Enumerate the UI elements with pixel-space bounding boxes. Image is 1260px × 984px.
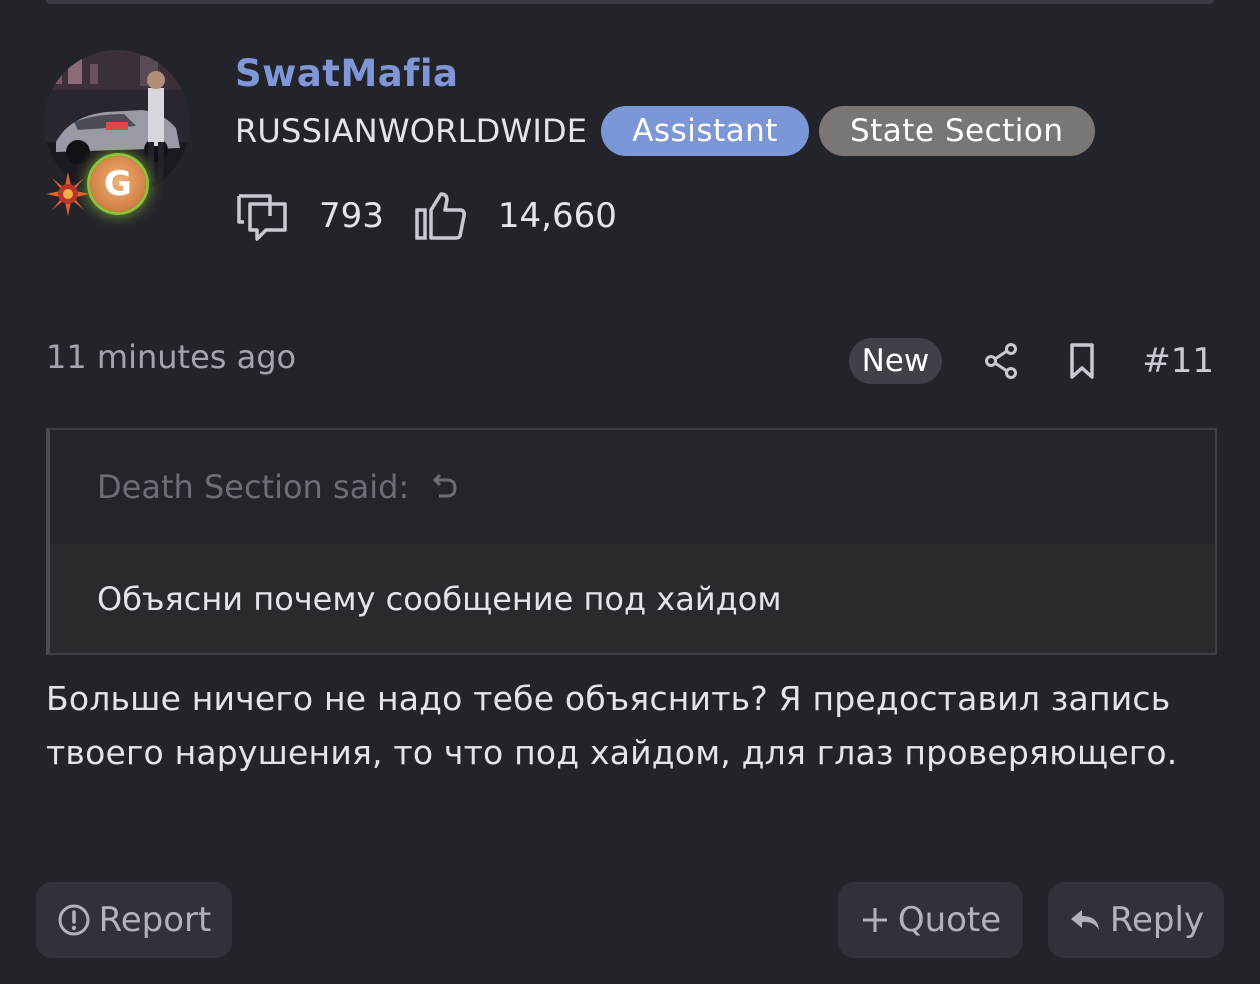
thumbs-up-icon bbox=[415, 192, 466, 240]
badge-letter: G bbox=[104, 164, 132, 204]
banner-assistant: Assistant bbox=[601, 106, 809, 156]
quote-header[interactable]: Death Section said: bbox=[50, 430, 1215, 544]
exclamation-circle-icon bbox=[58, 904, 90, 936]
post-timestamp[interactable]: 11 minutes ago bbox=[46, 338, 296, 376]
plus-icon bbox=[862, 908, 887, 932]
quote-author[interactable]: Death Section said: bbox=[97, 468, 409, 506]
reply-label: Reply bbox=[1109, 900, 1205, 940]
quote-text: Объясни почему сообщение под хайдом bbox=[50, 544, 1215, 653]
post-message: Больше ничего не надо тебе объяснить? Я … bbox=[46, 679, 1178, 772]
arrow-return-icon[interactable] bbox=[427, 470, 461, 504]
reactions-count: 14,660 bbox=[497, 196, 617, 236]
banner-state-section: State Section bbox=[818, 106, 1095, 156]
quote-block: Death Section said: Объясни почему сообщ… bbox=[46, 428, 1217, 655]
quote-label: Quote bbox=[897, 900, 1002, 940]
user-title: RUSSIANWORLDWIDE bbox=[235, 112, 588, 150]
user-title-line: RUSSIANWORLDWIDE Assistant State Section bbox=[235, 106, 1105, 156]
speech-bubbles-icon bbox=[237, 194, 287, 241]
user-stats: 793 14,660 bbox=[236, 188, 648, 244]
user-avatar-group[interactable]: G bbox=[44, 50, 190, 216]
messages-count: 793 bbox=[319, 196, 384, 236]
bookmark-icon[interactable] bbox=[1062, 341, 1102, 381]
share-icon[interactable] bbox=[982, 341, 1022, 381]
top-divider bbox=[46, 0, 1214, 4]
report-label: Report bbox=[98, 900, 212, 940]
quote-button[interactable]: Quote bbox=[838, 882, 1023, 958]
post-number-link[interactable]: #11 bbox=[1142, 341, 1214, 381]
reply-button[interactable]: Reply bbox=[1048, 882, 1224, 958]
post-actions: New #11 bbox=[848, 337, 1214, 385]
report-button[interactable]: Report bbox=[36, 882, 232, 958]
reply-arrow-icon bbox=[1070, 910, 1099, 930]
new-badge: New bbox=[848, 338, 943, 384]
username-link[interactable]: SwatMafia bbox=[235, 52, 459, 95]
sun-emblem-icon bbox=[46, 172, 90, 216]
trophy-badge-g[interactable]: G bbox=[90, 156, 146, 212]
